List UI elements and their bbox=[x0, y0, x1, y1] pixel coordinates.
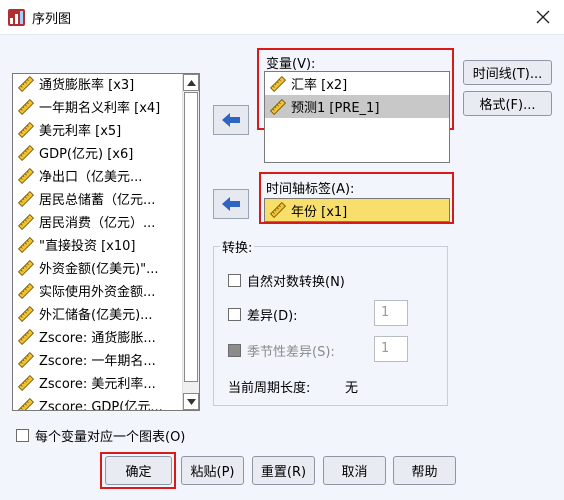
arrow-left-icon bbox=[222, 113, 240, 127]
source-list-item[interactable]: 外汇储备(亿美元)... bbox=[13, 302, 183, 325]
one-chart-per-variable-label: 每个变量对应一个图表(O) bbox=[35, 430, 186, 445]
source-list-item[interactable]: 美元利率 [x5] bbox=[13, 118, 183, 141]
vertical-scrollbar[interactable] bbox=[182, 74, 199, 410]
natural-log-option[interactable]: 自然对数转换(N) bbox=[228, 271, 345, 290]
source-list-item[interactable]: 实际使用外资金额... bbox=[13, 279, 183, 302]
source-list-item-label: 净出口（亿美元... bbox=[39, 170, 143, 185]
reset-button[interactable]: 重置(R) bbox=[252, 456, 315, 485]
title-bar: 序列图 bbox=[0, 0, 564, 34]
difference-checkbox[interactable] bbox=[228, 308, 241, 321]
move-to-time-axis-button[interactable] bbox=[213, 189, 249, 219]
natural-log-checkbox[interactable] bbox=[228, 274, 241, 287]
transform-group-label: 转换: bbox=[220, 237, 255, 256]
source-list-item[interactable]: 一年期名义利率 [x4] bbox=[13, 95, 183, 118]
scroll-down-button[interactable] bbox=[183, 393, 199, 410]
list-item[interactable]: 汇率 [x2] bbox=[265, 72, 449, 95]
triangle-down-icon bbox=[186, 398, 196, 405]
source-list-item[interactable]: "直接投资 [x10] bbox=[13, 233, 183, 256]
close-icon bbox=[536, 10, 550, 24]
source-list-item[interactable]: Zscore: 一年期名... bbox=[13, 348, 183, 371]
seasonal-difference-label: 季节性差异(S): bbox=[247, 345, 335, 360]
source-variable-list[interactable]: 通货膨胀率 [x3] 一年期名义利率 [x4] 美元利率 [x5] GDP(亿元) [… bbox=[12, 73, 200, 411]
time-lines-button[interactable]: 时间线(T)... bbox=[463, 60, 552, 85]
scale-variable-icon bbox=[17, 397, 35, 410]
source-list-item-label: Zscore: 通货膨胀... bbox=[39, 331, 156, 346]
source-list-item[interactable]: Zscore: 美元利率... bbox=[13, 371, 183, 394]
app-icon bbox=[8, 9, 25, 26]
source-list-item-label: "直接投资 [x10] bbox=[39, 239, 136, 254]
time-axis-field[interactable]: 年份 [x1] bbox=[264, 198, 450, 222]
seasonal-difference-option: 季节性差异(S): bbox=[228, 341, 335, 360]
triangle-up-icon bbox=[186, 79, 196, 86]
difference-label: 差异(D): bbox=[247, 309, 298, 324]
source-list-item[interactable]: GDP(亿元) [x6] bbox=[13, 141, 183, 164]
period-length-value: 无 bbox=[345, 381, 359, 396]
source-list-item-label: Zscore: 美元利率... bbox=[39, 377, 156, 392]
format-button[interactable]: 格式(F)... bbox=[463, 91, 552, 116]
source-items: 通货膨胀率 [x3] 一年期名义利率 [x4] 美元利率 [x5] GDP(亿元) [… bbox=[13, 74, 183, 411]
source-list-item-label: Zscore: 一年期名... bbox=[39, 354, 156, 369]
source-list-item[interactable]: Zscore: 通货膨胀... bbox=[13, 325, 183, 348]
variables-list[interactable]: 汇率 [x2] 预测1 [PRE_1] bbox=[264, 71, 450, 163]
arrow-left-icon bbox=[222, 197, 240, 211]
close-button[interactable] bbox=[526, 3, 560, 31]
scale-variable-icon bbox=[269, 98, 287, 116]
source-list-item[interactable]: Zscore: GDP(亿元... bbox=[13, 394, 183, 411]
seasonal-value-field: 1 bbox=[374, 336, 408, 362]
scale-variable-icon bbox=[17, 98, 35, 116]
help-button[interactable]: 帮助 bbox=[393, 456, 456, 485]
scale-variable-icon bbox=[17, 351, 35, 369]
scale-variable-icon bbox=[17, 75, 35, 93]
one-chart-per-variable-option[interactable]: 每个变量对应一个图表(O) bbox=[16, 426, 185, 445]
scale-variable-icon bbox=[17, 305, 35, 323]
scale-variable-icon bbox=[17, 259, 35, 277]
source-list-item[interactable]: 居民总储蓄（亿元... bbox=[13, 187, 183, 210]
source-list-item-label: 外资金额(亿美元)"... bbox=[39, 262, 159, 277]
variables-label: 变量(V): bbox=[266, 57, 316, 72]
source-list-item-label: 居民总储蓄（亿元... bbox=[39, 193, 156, 208]
source-list-item-label: Zscore: GDP(亿元... bbox=[39, 400, 163, 411]
source-list-item[interactable]: 净出口（亿美元... bbox=[13, 164, 183, 187]
paste-button[interactable]: 粘贴(P) bbox=[181, 456, 244, 485]
move-to-variables-button[interactable] bbox=[213, 105, 249, 135]
window-title: 序列图 bbox=[32, 12, 72, 27]
source-list-item[interactable]: 通货膨胀率 [x3] bbox=[13, 74, 183, 95]
difference-option[interactable]: 差异(D): bbox=[228, 305, 298, 324]
source-list-item-label: 通货膨胀率 [x3] bbox=[39, 78, 135, 93]
source-list-item-label: 一年期名义利率 [x4] bbox=[39, 101, 161, 116]
list-item-selected[interactable]: 预测1 [PRE_1] bbox=[265, 95, 449, 118]
scale-variable-icon bbox=[17, 190, 35, 208]
scale-variable-icon bbox=[17, 328, 35, 346]
scale-variable-icon bbox=[269, 201, 287, 219]
seasonal-difference-checkbox bbox=[228, 344, 241, 357]
source-list-item-label: 居民消费（亿元）... bbox=[39, 216, 156, 231]
source-list-item-label: 外汇储备(亿美元)... bbox=[39, 308, 153, 323]
scale-variable-icon bbox=[17, 213, 35, 231]
source-list-item[interactable]: 居民消费（亿元）... bbox=[13, 210, 183, 233]
difference-value-field: 1 bbox=[374, 300, 408, 326]
scale-variable-icon bbox=[269, 75, 287, 93]
source-list-item-label: 美元利率 [x5] bbox=[39, 124, 122, 139]
natural-log-label: 自然对数转换(N) bbox=[247, 275, 345, 290]
scale-variable-icon bbox=[17, 236, 35, 254]
ok-button[interactable]: 确定 bbox=[105, 456, 172, 485]
scrollbar-thumb[interactable] bbox=[184, 92, 198, 382]
scale-variable-icon bbox=[17, 144, 35, 162]
scale-variable-icon bbox=[17, 167, 35, 185]
scale-variable-icon bbox=[17, 121, 35, 139]
source-list-item-label: 实际使用外资金额... bbox=[39, 285, 156, 300]
source-list-item[interactable]: 外资金额(亿美元)"... bbox=[13, 256, 183, 279]
scale-variable-icon bbox=[17, 282, 35, 300]
one-chart-per-variable-checkbox[interactable] bbox=[16, 429, 29, 442]
time-axis-label: 时间轴标签(A): bbox=[266, 182, 355, 197]
scroll-up-button[interactable] bbox=[183, 74, 199, 91]
period-length-label: 当前周期长度: bbox=[228, 381, 311, 396]
cancel-button[interactable]: 取消 bbox=[323, 456, 386, 485]
scale-variable-icon bbox=[17, 374, 35, 392]
source-list-item-label: GDP(亿元) [x6] bbox=[39, 147, 134, 162]
